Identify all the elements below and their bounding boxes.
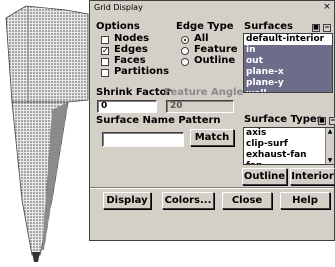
list-item[interactable]: default-interior bbox=[244, 34, 332, 45]
edges-label: Edges bbox=[114, 44, 148, 55]
colors-button[interactable]: Colors... bbox=[162, 192, 214, 209]
dialog-title: Grid Display bbox=[94, 3, 143, 12]
list-item[interactable]: plane-y bbox=[244, 78, 332, 89]
list-item[interactable]: fan bbox=[244, 161, 334, 164]
shrink-factor-field[interactable]: 0 bbox=[97, 100, 157, 113]
partitions-checkbox[interactable] bbox=[101, 69, 109, 77]
faces-label: Faces bbox=[114, 55, 146, 66]
help-button[interactable]: Help bbox=[280, 192, 330, 209]
partitions-label: Partitions bbox=[114, 66, 170, 77]
surfaces-label: Surfaces bbox=[244, 21, 294, 32]
surface-types-label: Surface Types bbox=[244, 114, 323, 125]
outline-button[interactable]: Outline bbox=[242, 168, 287, 185]
nodes-label: Nodes bbox=[114, 33, 150, 44]
display-button[interactable]: Display bbox=[103, 192, 151, 209]
feature-angle-field[interactable]: 20 bbox=[166, 100, 234, 113]
nodes-checkbox[interactable] bbox=[101, 36, 109, 44]
list-item[interactable]: axis bbox=[244, 128, 334, 139]
edge-type-label: Edge Type bbox=[176, 21, 234, 32]
outline-radio[interactable] bbox=[181, 58, 189, 66]
grid-display-dialog: Grid Display × Options Nodes ✓ Edges Fac… bbox=[89, 0, 335, 241]
surface-types-list[interactable]: axis clip-surf exhaust-fan fan ▲ ▼ bbox=[243, 127, 335, 165]
faces-checkbox[interactable] bbox=[101, 58, 109, 66]
list-item[interactable]: clip-surf bbox=[244, 139, 334, 150]
surface-name-pattern-label: Surface Name Pattern bbox=[96, 115, 221, 126]
feature-label: Feature bbox=[194, 44, 238, 55]
dialog-titlebar: Grid Display × bbox=[90, 1, 334, 14]
scroll-down-icon[interactable]: ▼ bbox=[326, 157, 334, 164]
options-label: Options bbox=[96, 21, 140, 32]
edges-checkbox[interactable]: ✓ bbox=[101, 47, 109, 55]
scroll-up-icon[interactable]: ▲ bbox=[326, 128, 334, 135]
mesh-body-upper bbox=[5, 5, 89, 103]
close-icon[interactable]: × bbox=[322, 1, 332, 14]
all-radio[interactable] bbox=[181, 36, 189, 44]
feature-radio[interactable] bbox=[181, 47, 189, 55]
deselect-types-icon[interactable]: = bbox=[329, 117, 335, 125]
list-item[interactable]: plane-x bbox=[244, 67, 332, 78]
surfaces-list[interactable]: default-interior in out plane-x plane-y … bbox=[243, 33, 333, 93]
close-button[interactable]: Close bbox=[222, 192, 272, 209]
check-icon: ✓ bbox=[102, 46, 109, 55]
list-item[interactable]: exhaust-fan bbox=[244, 150, 334, 161]
shrink-factor-label: Shrink Factor bbox=[96, 87, 172, 98]
interior-button[interactable]: Interior bbox=[290, 168, 335, 185]
list-item[interactable]: wall bbox=[244, 89, 332, 92]
feature-angle-label: Feature Angle bbox=[164, 87, 244, 98]
surface-types-scrollbar[interactable]: ▲ ▼ bbox=[325, 128, 334, 164]
outline-label: Outline bbox=[194, 55, 236, 66]
select-all-types-icon[interactable]: ■ bbox=[318, 117, 326, 125]
list-item[interactable]: out bbox=[244, 56, 332, 67]
list-item[interactable]: in bbox=[244, 45, 332, 56]
select-all-icon[interactable]: ■ bbox=[312, 24, 320, 32]
all-label: All bbox=[194, 33, 209, 44]
deselect-icon[interactable]: = bbox=[323, 24, 331, 32]
divider bbox=[90, 187, 334, 189]
surface-name-pattern-input[interactable] bbox=[102, 132, 184, 147]
match-button[interactable]: Match bbox=[190, 129, 234, 146]
